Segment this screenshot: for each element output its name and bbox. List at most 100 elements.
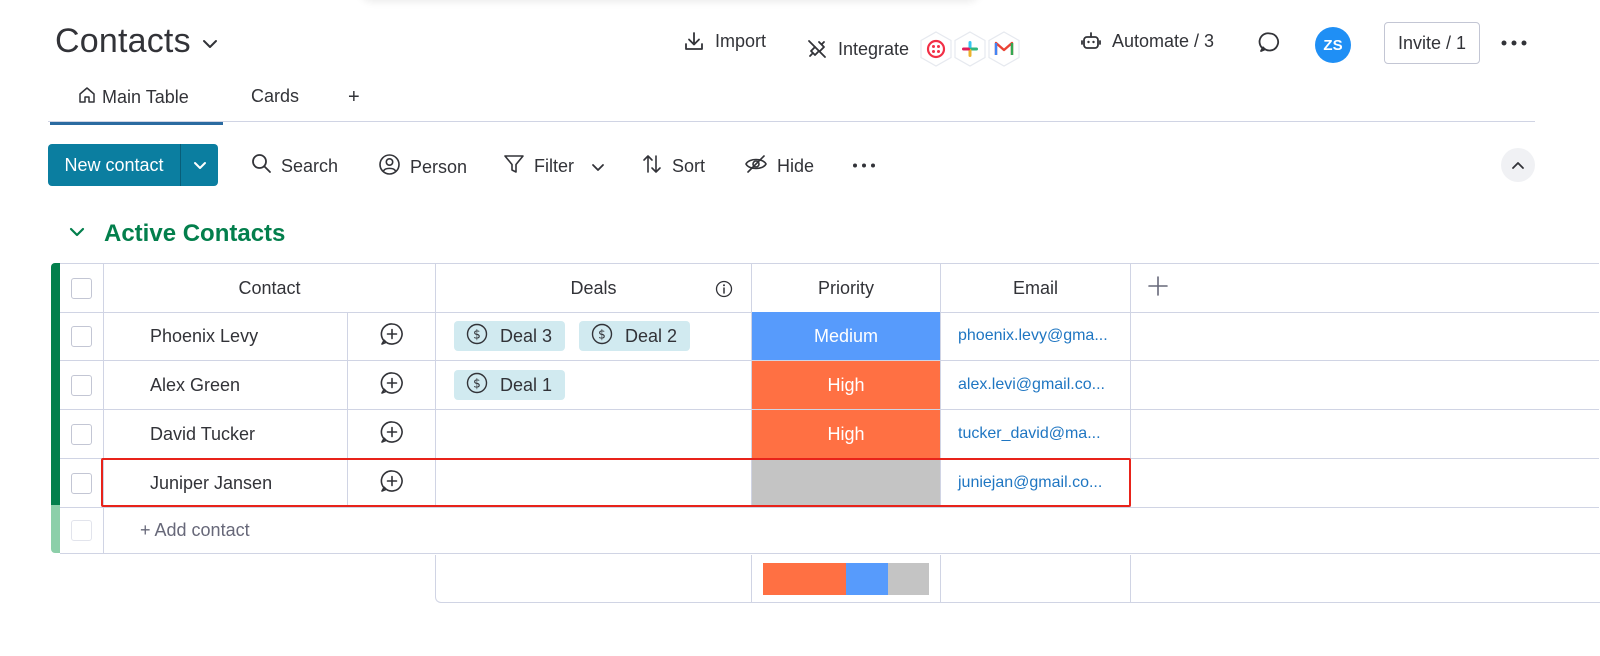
column-header-priority[interactable]: Priority	[752, 264, 941, 313]
hide-button[interactable]: Hide	[744, 153, 814, 180]
integrate-button[interactable]: Integrate	[806, 30, 1023, 68]
add-contact-row[interactable]: + Add contact	[60, 508, 1600, 554]
priority-summary-segment	[763, 563, 846, 595]
add-update-cell[interactable]	[348, 459, 436, 508]
select-all-checkbox[interactable]	[71, 277, 92, 299]
table-header-row: Contact Deals Priority Email	[60, 263, 1599, 313]
add-update-cell[interactable]	[348, 312, 436, 361]
chevron-down-icon[interactable]	[201, 35, 219, 53]
priority-cell[interactable]: High	[752, 410, 941, 459]
add-update-icon[interactable]	[379, 370, 405, 401]
row-checkbox[interactable]	[71, 423, 92, 445]
add-update-cell[interactable]	[348, 361, 436, 410]
invite-button[interactable]: Invite / 1	[1384, 22, 1480, 64]
deal-chip[interactable]: $ Deal 2	[579, 321, 691, 351]
email-cell[interactable]: phoenix.levy@gma...	[941, 312, 1131, 361]
chevron-down-icon[interactable]	[68, 225, 86, 243]
chat-bubble-icon	[1258, 30, 1282, 54]
group-title[interactable]: Active Contacts	[104, 220, 285, 248]
header-checkbox-cell[interactable]	[60, 264, 104, 313]
avatar[interactable]: ZS	[1315, 27, 1351, 63]
deal-chip[interactable]: $ Deal 3	[454, 321, 566, 351]
search-button[interactable]: Search	[251, 153, 338, 179]
email-cell[interactable]: tucker_david@ma...	[941, 410, 1131, 459]
deals-cell[interactable]	[436, 459, 752, 508]
automate-label: Automate / 3	[1112, 30, 1215, 51]
email-cell[interactable]: alex.levi@gmail.co...	[941, 361, 1131, 410]
contact-name-cell[interactable]: David Tucker	[104, 410, 348, 459]
eye-off-icon	[744, 153, 768, 180]
new-contact-button[interactable]: New contact	[48, 144, 218, 186]
board-title-wrap[interactable]: Contacts	[55, 22, 219, 61]
filter-button[interactable]: Filter	[503, 153, 605, 180]
table-row[interactable]: Phoenix Levy $ Deal 3 $ Deal 2 Medium ph…	[60, 312, 1599, 361]
deals-cell[interactable]: $ Deal 3 $ Deal 2	[436, 312, 752, 361]
board-title[interactable]: Contacts	[55, 22, 191, 61]
row-checkbox-cell[interactable]	[60, 459, 104, 508]
deal-chip-label: Deal 1	[500, 374, 553, 395]
priority-summary-bar[interactable]	[763, 563, 929, 595]
contact-name-cell[interactable]: Juniper Jansen	[104, 459, 348, 508]
board-toolbar: New contact Search Person Filter Sort Hi…	[48, 144, 1538, 187]
sort-icon	[641, 153, 663, 180]
table-row[interactable]: David Tucker High tucker_david@ma...	[60, 410, 1599, 459]
row-checkbox[interactable]	[71, 325, 92, 347]
add-update-cell[interactable]	[348, 410, 436, 459]
deals-cell[interactable]	[436, 410, 752, 459]
column-header-deals[interactable]: Deals	[436, 264, 752, 313]
more-icon[interactable]	[1498, 30, 1530, 56]
table-row[interactable]: Juniper Jansen juniejan@gmail.co...	[60, 459, 1599, 508]
add-column-button[interactable]	[1131, 264, 1599, 313]
automate-button[interactable]: Automate / 3	[1080, 30, 1214, 52]
info-icon[interactable]	[715, 280, 733, 303]
add-update-icon[interactable]	[379, 419, 405, 450]
chevron-down-icon[interactable]	[181, 144, 218, 186]
empty-cell	[1131, 361, 1599, 410]
search-icon	[251, 153, 272, 179]
row-checkbox-cell[interactable]	[60, 410, 104, 459]
dollar-icon: $	[466, 372, 488, 399]
group-header[interactable]: Active Contacts	[68, 220, 285, 248]
tab-label: Cards	[251, 86, 300, 106]
group-color-bar	[51, 263, 60, 505]
import-button[interactable]: Import	[683, 30, 766, 52]
sort-label: Sort	[672, 156, 706, 176]
table-row[interactable]: Alex Green $ Deal 1 High alex.levi@gmail…	[60, 361, 1599, 410]
tab-cards[interactable]: Cards	[251, 86, 299, 107]
deal-chip[interactable]: $ Deal 1	[454, 370, 566, 400]
priority-cell[interactable]: Medium	[752, 312, 941, 361]
contact-name-cell[interactable]: Phoenix Levy	[104, 312, 348, 361]
integration-icons[interactable]	[920, 30, 1023, 68]
column-header-contact[interactable]: Contact	[104, 264, 436, 313]
plus-icon[interactable]	[1147, 275, 1169, 302]
person-filter-button[interactable]: Person	[378, 153, 467, 181]
row-checkbox[interactable]	[71, 472, 92, 494]
toolbar-more-icon[interactable]	[852, 163, 876, 168]
contact-name-cell[interactable]: Alex Green	[104, 361, 348, 410]
add-contact-input[interactable]: + Add contact	[104, 508, 1600, 554]
priority-cell[interactable]	[752, 459, 941, 508]
deals-cell[interactable]: $ Deal 1	[436, 361, 752, 410]
add-update-icon[interactable]	[379, 468, 405, 499]
filter-label: Filter	[534, 156, 574, 176]
priority-cell[interactable]: High	[752, 361, 941, 410]
priority-summary-segment	[846, 563, 888, 595]
row-checkbox[interactable]	[71, 374, 92, 396]
summary-divider	[751, 555, 752, 603]
sort-button[interactable]: Sort	[641, 153, 705, 180]
new-contact-label[interactable]: New contact	[48, 144, 181, 186]
column-header-email[interactable]: Email	[941, 264, 1131, 313]
row-checkbox-cell[interactable]	[60, 361, 104, 410]
dollar-icon: $	[591, 323, 613, 350]
chevron-down-icon[interactable]	[591, 156, 605, 177]
add-update-icon[interactable]	[379, 321, 405, 352]
search-label: Search	[281, 155, 339, 176]
email-cell[interactable]: juniejan@gmail.co...	[941, 459, 1131, 508]
priority-summary-segment	[887, 563, 929, 595]
chevron-up-icon[interactable]	[1501, 148, 1535, 182]
tab-main-table[interactable]: Main Table	[50, 86, 223, 125]
updates-button[interactable]	[1258, 30, 1282, 54]
plus-icon: +	[348, 86, 360, 108]
add-view-button[interactable]: +	[348, 86, 360, 109]
row-checkbox-cell[interactable]	[60, 312, 104, 361]
